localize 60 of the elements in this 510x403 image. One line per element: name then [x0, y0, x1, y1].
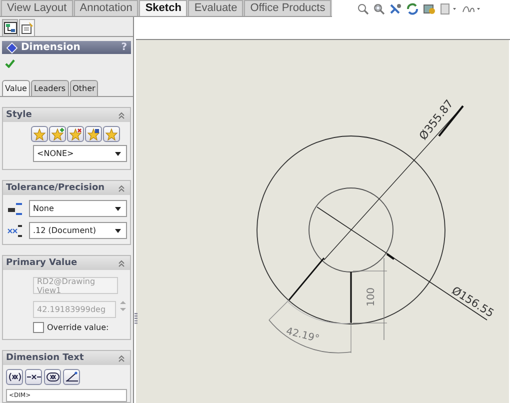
section-title: Primary Value [6, 258, 78, 268]
ribbon-tab[interactable]: Annotation [74, 0, 138, 16]
zoom-area-icon[interactable] [373, 2, 385, 14]
panel-title: Dimension [21, 42, 82, 54]
collapse-icon[interactable] [118, 354, 125, 362]
ok-check-icon[interactable] [4, 59, 16, 68]
panel-tab[interactable]: Leaders [30, 80, 69, 96]
checkbox-label: Override value: [47, 323, 109, 332]
splitter-handle-icon[interactable] [134, 312, 138, 326]
star-icon [87, 128, 100, 140]
center-button[interactable] [25, 369, 42, 385]
star-icon [51, 128, 64, 140]
star-icon [69, 128, 82, 140]
offset-text-button[interactable] [63, 369, 80, 385]
collapse-icon[interactable] [118, 184, 125, 192]
parentheses-button[interactable] [6, 369, 23, 385]
dimension-label[interactable]: 42.19° [284, 326, 320, 345]
override-checkbox[interactable] [33, 322, 44, 333]
sheet-properties-icon[interactable] [423, 2, 436, 14]
tolerance-icon [7, 202, 23, 216]
style-star-button[interactable] [49, 126, 66, 142]
display-style-icon[interactable] [440, 2, 458, 14]
dimension-label[interactable]: 100 [366, 287, 377, 307]
style-dropdown[interactable]: <NONE> [33, 145, 127, 162]
inspection-icon [46, 372, 60, 382]
collapse-icon[interactable] [118, 112, 125, 118]
ribbon-tab[interactable]: View Layout [1, 0, 73, 16]
parentheses-icon [8, 372, 22, 382]
star-icon [33, 128, 46, 140]
feature-tree-tab[interactable] [2, 19, 18, 36]
section-title: Tolerance/Precision [6, 183, 105, 193]
section-title: Dimension Text [6, 353, 84, 363]
dropdown-arrow-icon [115, 152, 121, 156]
precision-icon [7, 224, 23, 238]
previous-view-icon[interactable] [389, 2, 402, 14]
style-star-button[interactable] [31, 126, 48, 142]
style-star-button[interactable] [103, 126, 120, 142]
ribbon-tab[interactable]: Evaluate [188, 0, 244, 16]
tree-icon [4, 22, 16, 34]
style-star-button[interactable] [67, 126, 84, 142]
properties-icon [20, 22, 34, 34]
section-title: Style [6, 110, 32, 120]
center-icon [26, 372, 40, 382]
property-manager-tab[interactable] [19, 19, 35, 36]
ribbon-tab[interactable]: Sketch [139, 0, 188, 16]
dropdown-arrow-icon [115, 206, 121, 210]
collapse-icon[interactable] [118, 260, 125, 266]
inspection-button[interactable] [44, 369, 61, 385]
style-star-button[interactable] [85, 126, 102, 142]
tolerance-dropdown[interactable]: None [29, 200, 127, 217]
star-icon [105, 128, 118, 140]
ribbon-tab[interactable]: Office Products [244, 0, 332, 16]
zoom-to-fit-icon[interactable] [357, 2, 369, 14]
dropdown-arrow-icon [115, 228, 121, 232]
dimension-icon [6, 42, 18, 54]
precision-dropdown[interactable]: .12 (Document) [29, 222, 127, 239]
panel-tab[interactable]: Value [2, 80, 30, 96]
panel-tab[interactable]: Other [70, 80, 98, 96]
angled-leader-icon [64, 371, 78, 383]
rebuild-icon[interactable] [406, 2, 419, 14]
